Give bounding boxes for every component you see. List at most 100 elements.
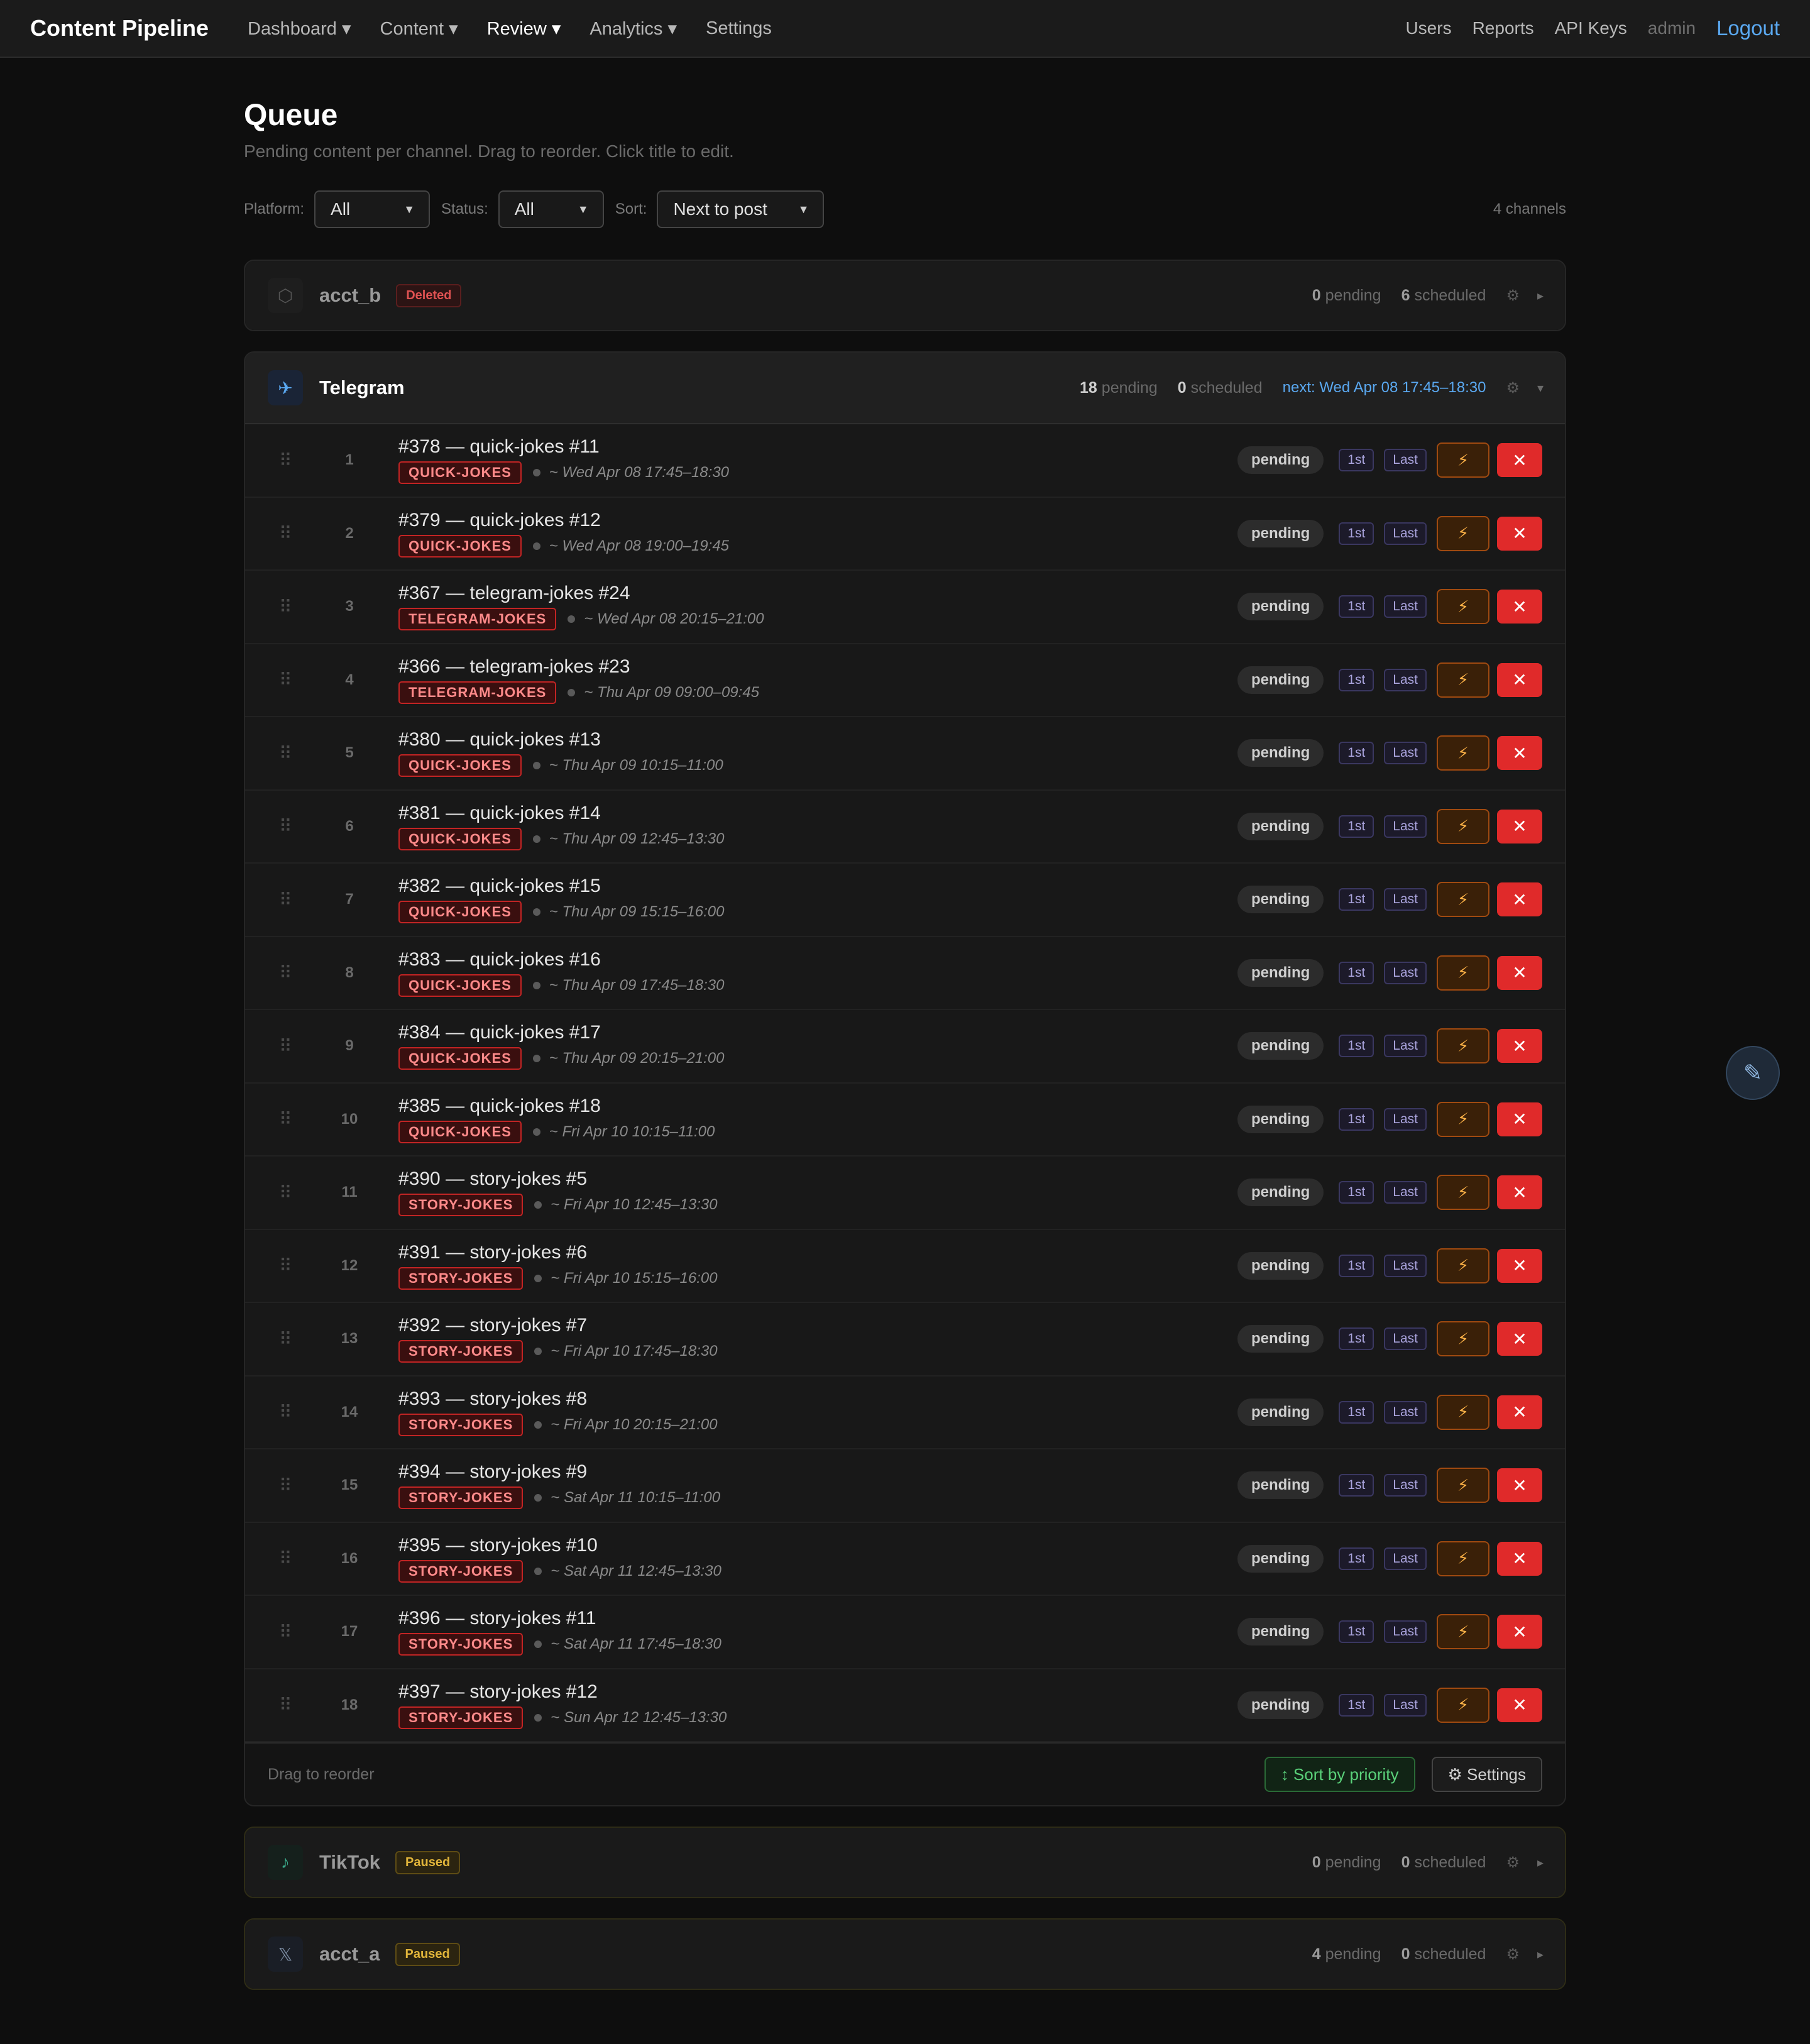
channel-header[interactable]: ♪ TikTok Paused 0 pending 0 scheduled ⚙ … — [245, 1828, 1565, 1897]
move-last-button[interactable]: Last — [1384, 1693, 1427, 1717]
drag-handle-icon[interactable]: ⠿ — [279, 816, 302, 837]
drag-handle-icon[interactable]: ⠿ — [279, 450, 302, 471]
queue-row[interactable]: ⠿ 7 #382 — quick-jokes #15 QUICK-JOKES ~ Thu… — [245, 864, 1565, 937]
move-first-button[interactable]: 1st — [1339, 1107, 1374, 1131]
move-last-button[interactable]: Last — [1384, 449, 1427, 472]
move-first-button[interactable]: 1st — [1339, 1620, 1374, 1644]
move-first-button[interactable]: 1st — [1339, 1181, 1374, 1204]
item-title[interactable]: #378 — quick-jokes #11 — [398, 436, 729, 458]
drag-handle-icon[interactable]: ⠿ — [279, 1255, 302, 1276]
item-title[interactable]: #381 — quick-jokes #14 — [398, 803, 724, 824]
queue-row[interactable]: ⠿ 10 #385 — quick-jokes #18 QUICK-JOKES ~ Fr… — [245, 1084, 1565, 1157]
item-title[interactable]: #382 — quick-jokes #15 — [398, 876, 724, 897]
move-last-button[interactable]: Last — [1384, 961, 1427, 984]
queue-row[interactable]: ⠿ 6 #381 — quick-jokes #14 QUICK-JOKES ~ Thu… — [245, 791, 1565, 864]
move-first-button[interactable]: 1st — [1339, 522, 1374, 545]
remove-button[interactable]: ✕ — [1497, 1615, 1542, 1649]
logout-link[interactable]: Logout — [1716, 16, 1780, 40]
remove-button[interactable]: ✕ — [1497, 882, 1542, 917]
move-first-button[interactable]: 1st — [1339, 1254, 1374, 1277]
move-last-button[interactable]: Last — [1384, 1400, 1427, 1424]
item-title[interactable]: #397 — story-jokes #12 — [398, 1681, 727, 1703]
post-now-button[interactable]: ⚡ — [1437, 1028, 1489, 1064]
post-now-button[interactable]: ⚡ — [1437, 1248, 1489, 1283]
drag-handle-icon[interactable]: ⠿ — [279, 1182, 302, 1203]
post-now-button[interactable]: ⚡ — [1437, 1687, 1489, 1723]
queue-row[interactable]: ⠿ 15 #394 — story-jokes #9 STORY-JOKES ~ Sat… — [245, 1449, 1565, 1523]
nav-settings[interactable]: Settings — [706, 18, 772, 39]
move-last-button[interactable]: Last — [1384, 668, 1427, 691]
status-select[interactable]: All ▼ — [498, 190, 604, 228]
drag-handle-icon[interactable]: ⠿ — [279, 962, 302, 983]
post-now-button[interactable]: ⚡ — [1437, 442, 1489, 478]
item-title[interactable]: #394 — story-jokes #9 — [398, 1461, 720, 1483]
remove-button[interactable]: ✕ — [1497, 955, 1542, 990]
move-last-button[interactable]: Last — [1384, 1035, 1427, 1058]
move-first-button[interactable]: 1st — [1339, 1547, 1374, 1570]
drag-handle-icon[interactable]: ⠿ — [279, 889, 302, 910]
expand-arrow-icon[interactable]: ▸ — [1537, 288, 1544, 304]
move-first-button[interactable]: 1st — [1339, 815, 1374, 838]
platform-select[interactable]: All ▼ — [314, 190, 431, 228]
item-title[interactable]: #366 — telegram-jokes #23 — [398, 656, 759, 678]
remove-button[interactable]: ✕ — [1497, 1468, 1542, 1503]
move-first-button[interactable]: 1st — [1339, 961, 1374, 984]
channel-header[interactable]: 𝕏 acct_a Paused 4 pending 0 scheduled ⚙ … — [245, 1920, 1565, 1989]
remove-button[interactable]: ✕ — [1497, 1541, 1542, 1576]
expand-arrow-icon[interactable]: ▸ — [1537, 1855, 1544, 1871]
nav-users[interactable]: Users — [1405, 18, 1451, 38]
queue-row[interactable]: ⠿ 9 #384 — quick-jokes #17 QUICK-JOKES ~ Thu… — [245, 1010, 1565, 1084]
item-title[interactable]: #393 — story-jokes #8 — [398, 1388, 718, 1410]
drag-handle-icon[interactable]: ⠿ — [279, 1329, 302, 1349]
queue-row[interactable]: ⠿ 16 #395 — story-jokes #10 STORY-JOKES ~ Sa… — [245, 1523, 1565, 1596]
post-now-button[interactable]: ⚡ — [1437, 662, 1489, 698]
expand-arrow-icon[interactable]: ▸ — [1537, 1947, 1544, 1962]
queue-row[interactable]: ⠿ 17 #396 — story-jokes #11 STORY-JOKES ~ Sa… — [245, 1596, 1565, 1669]
post-now-button[interactable]: ⚡ — [1437, 735, 1489, 771]
item-title[interactable]: #391 — story-jokes #6 — [398, 1242, 718, 1263]
nav-api-keys[interactable]: API Keys — [1555, 18, 1627, 38]
item-title[interactable]: #383 — quick-jokes #16 — [398, 949, 724, 970]
drag-handle-icon[interactable]: ⠿ — [279, 1622, 302, 1642]
drag-handle-icon[interactable]: ⠿ — [279, 1109, 302, 1129]
move-last-button[interactable]: Last — [1384, 1327, 1427, 1351]
nav-content[interactable]: Content ▾ — [380, 18, 458, 40]
drag-handle-icon[interactable]: ⠿ — [279, 1036, 302, 1057]
remove-button[interactable]: ✕ — [1497, 1102, 1542, 1136]
queue-row[interactable]: ⠿ 13 #392 — story-jokes #7 STORY-JOKES ~ Fri… — [245, 1303, 1565, 1376]
item-title[interactable]: #379 — quick-jokes #12 — [398, 510, 729, 531]
item-title[interactable]: #367 — telegram-jokes #24 — [398, 583, 764, 604]
channel-header[interactable]: ✈ Telegram 18 pending 0 scheduled next: … — [245, 353, 1565, 424]
item-title[interactable]: #395 — story-jokes #10 — [398, 1535, 721, 1556]
move-first-button[interactable]: 1st — [1339, 668, 1374, 691]
channel-header[interactable]: ⬡ acct_b Deleted 0 pending 6 scheduled ⚙… — [245, 261, 1565, 330]
move-first-button[interactable]: 1st — [1339, 742, 1374, 765]
post-now-button[interactable]: ⚡ — [1437, 1614, 1489, 1650]
brand-title[interactable]: Content Pipeline — [30, 15, 209, 41]
drag-handle-icon[interactable]: ⠿ — [279, 1548, 302, 1569]
move-last-button[interactable]: Last — [1384, 1107, 1427, 1131]
post-now-button[interactable]: ⚡ — [1437, 515, 1489, 551]
move-first-button[interactable]: 1st — [1339, 449, 1374, 472]
post-now-button[interactable]: ⚡ — [1437, 1321, 1489, 1357]
move-last-button[interactable]: Last — [1384, 888, 1427, 911]
gear-icon[interactable]: ⚙ — [1506, 379, 1520, 397]
queue-row[interactable]: ⠿ 2 #379 — quick-jokes #12 QUICK-JOKES ~ Wed… — [245, 498, 1565, 571]
move-last-button[interactable]: Last — [1384, 1547, 1427, 1570]
post-now-button[interactable]: ⚡ — [1437, 1175, 1489, 1211]
remove-button[interactable]: ✕ — [1497, 590, 1542, 624]
remove-button[interactable]: ✕ — [1497, 809, 1542, 843]
remove-button[interactable]: ✕ — [1497, 1248, 1542, 1283]
queue-row[interactable]: ⠿ 8 #383 — quick-jokes #16 QUICK-JOKES ~ Thu… — [245, 937, 1565, 1010]
post-now-button[interactable]: ⚡ — [1437, 1541, 1489, 1576]
remove-button[interactable]: ✕ — [1497, 1175, 1542, 1210]
nav-analytics[interactable]: Analytics ▾ — [590, 18, 677, 40]
channel-settings-button[interactable]: ⚙ Settings — [1431, 1757, 1542, 1792]
remove-button[interactable]: ✕ — [1497, 736, 1542, 771]
nav-dashboard[interactable]: Dashboard ▾ — [248, 18, 351, 40]
item-title[interactable]: #384 — quick-jokes #17 — [398, 1022, 724, 1043]
gear-icon[interactable]: ⚙ — [1506, 287, 1520, 305]
queue-row[interactable]: ⠿ 14 #393 — story-jokes #8 STORY-JOKES ~ Fri… — [245, 1376, 1565, 1449]
drag-handle-icon[interactable]: ⠿ — [279, 1695, 302, 1715]
queue-row[interactable]: ⠿ 5 #380 — quick-jokes #13 QUICK-JOKES ~ Thu… — [245, 717, 1565, 791]
